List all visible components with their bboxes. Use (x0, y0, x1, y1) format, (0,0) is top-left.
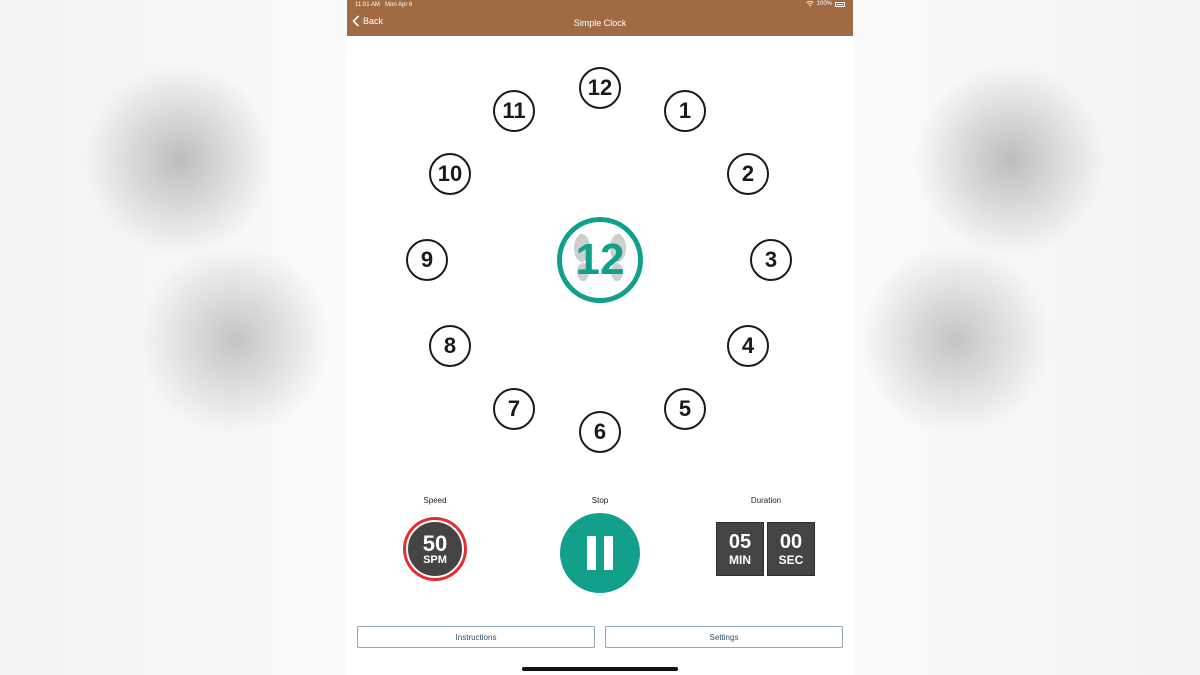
clock-number-10[interactable]: 10 (429, 153, 471, 195)
speed-button[interactable]: 50 SPM (403, 517, 467, 581)
clock-number-2[interactable]: 2 (727, 153, 769, 195)
status-date: Mon Apr 6 (385, 2, 413, 8)
current-number: 12 (575, 235, 625, 284)
pause-icon (587, 536, 596, 570)
center-dial: 12 (557, 217, 643, 303)
wifi-icon (805, 1, 814, 7)
home-indicator[interactable] (522, 667, 678, 671)
speed-label: Speed (423, 496, 447, 505)
battery-percent: 100% (816, 1, 832, 7)
clock-number-9[interactable]: 9 (406, 239, 448, 281)
status-time: 11:01 AM (355, 2, 380, 8)
clock-number-7[interactable]: 7 (493, 388, 535, 430)
app-screen: 11:01 AM Mon Apr 6 100% Back Simple Cloc… (347, 0, 853, 675)
clock-number-1[interactable]: 1 (664, 90, 706, 132)
stop-label: Stop (591, 496, 609, 505)
seconds-value: 00 (779, 531, 803, 553)
clock-number-3[interactable]: 3 (750, 239, 792, 281)
page-title: Simple Clock (573, 18, 627, 28)
clock-number-8[interactable]: 8 (429, 325, 471, 367)
minutes-unit: MIN (729, 553, 751, 567)
clock-number-11[interactable]: 11 (493, 90, 535, 132)
clock-number-12[interactable]: 12 (579, 67, 621, 109)
navigation-bar: 11:01 AM Mon Apr 6 100% Back Simple Cloc… (347, 0, 853, 36)
status-right: 100% (805, 1, 845, 7)
pause-icon (604, 536, 613, 570)
stop-button[interactable] (560, 513, 640, 593)
clock-number-4[interactable]: 4 (727, 325, 769, 367)
instructions-button[interactable]: Instructions (357, 626, 595, 648)
minutes-value: 05 (728, 531, 752, 553)
speed-unit: SPM (423, 553, 447, 566)
duration-minutes[interactable]: 05 MIN (716, 522, 764, 576)
clock-number-6[interactable]: 6 (579, 411, 621, 453)
settings-button[interactable]: Settings (605, 626, 843, 648)
battery-icon (835, 1, 845, 7)
duration-seconds[interactable]: 00 SEC (767, 522, 815, 576)
speed-value: 50 (422, 530, 448, 556)
seconds-unit: SEC (778, 553, 804, 567)
duration-label: Duration (750, 496, 782, 505)
clock-number-5[interactable]: 5 (664, 388, 706, 430)
speed-display: 50 SPM (406, 520, 464, 578)
